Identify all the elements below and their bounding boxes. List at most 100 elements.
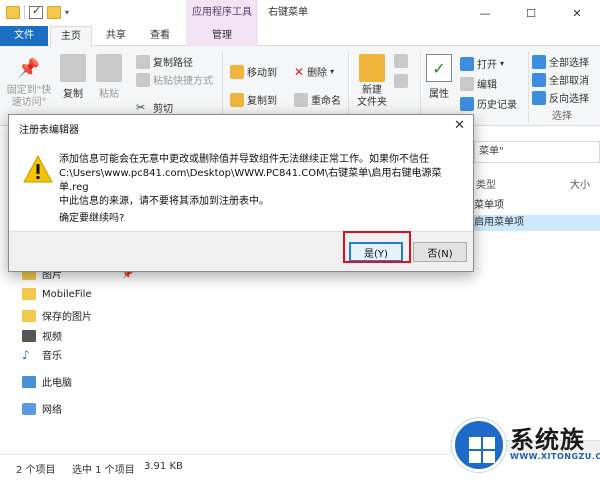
select-none-icon bbox=[532, 72, 546, 87]
rename-button[interactable]: 重命名 bbox=[294, 92, 341, 107]
select-all-button[interactable]: 全部选择 bbox=[532, 54, 589, 69]
pin-quick-access-label: 固定到"快 速访问" bbox=[6, 85, 52, 108]
chevron-down-icon: ▾ bbox=[330, 67, 335, 76]
delete-icon: ✕ bbox=[294, 64, 305, 79]
nav-item-mobilefile[interactable]: MobileFile bbox=[22, 288, 92, 300]
divider bbox=[222, 52, 223, 122]
history-label: 历史记录 bbox=[477, 100, 517, 111]
chevron-down-icon: ▾ bbox=[500, 59, 505, 68]
move-to-icon bbox=[230, 64, 244, 79]
watermark-url: WWW.XITONGZU.COM bbox=[510, 452, 600, 461]
copy-icon bbox=[60, 54, 86, 82]
history-icon bbox=[460, 96, 474, 111]
warning-icon bbox=[23, 154, 53, 186]
properties-button[interactable]: ✓ 属性 bbox=[426, 54, 452, 100]
network-icon bbox=[22, 402, 36, 415]
move-to-button[interactable]: 移动到 bbox=[230, 64, 277, 79]
move-to-label: 移动到 bbox=[247, 68, 277, 79]
windows-logo-icon bbox=[469, 437, 495, 463]
copy-path-icon bbox=[136, 54, 150, 69]
context-tab-title: 应用程序工具 bbox=[186, 0, 258, 26]
maximize-button[interactable]: ☐ bbox=[508, 0, 554, 26]
properties-icon[interactable] bbox=[29, 4, 43, 19]
nav-item-network[interactable]: 网络 bbox=[22, 401, 62, 416]
dialog-title: 注册表编辑器 bbox=[19, 125, 79, 136]
invert-selection-icon bbox=[532, 90, 546, 105]
close-button[interactable]: ✕ bbox=[554, 0, 600, 26]
nav-item-label: 音乐 bbox=[42, 351, 62, 362]
yes-button[interactable]: 是(Y) bbox=[349, 242, 403, 262]
item-count: 2 个项目 bbox=[16, 465, 56, 476]
folder-icon bbox=[22, 309, 36, 322]
paste-shortcut-button[interactable]: 粘贴快捷方式 bbox=[136, 72, 213, 87]
copy-path-button[interactable]: 复制路径 bbox=[136, 54, 193, 69]
ribbon-tabs: 文件 主页 共享 查看 管理 bbox=[0, 26, 600, 47]
nav-item-music[interactable]: ♪ 音乐 bbox=[22, 347, 62, 363]
search-input[interactable]: 菜单" bbox=[474, 141, 600, 163]
nav-item-label: MobileFile bbox=[42, 288, 92, 300]
invert-selection-label: 反向选择 bbox=[549, 94, 589, 105]
dialog-question: 确定要继续吗? bbox=[59, 213, 125, 224]
pin-quick-access-button[interactable]: 📌 固定到"快 速访问" bbox=[6, 54, 52, 109]
minimize-button[interactable]: — bbox=[462, 0, 508, 26]
dialog-footer: 是(Y) 否(N) bbox=[9, 231, 473, 271]
paste-button[interactable]: 粘贴 bbox=[96, 54, 122, 100]
close-icon[interactable]: ✕ bbox=[454, 118, 465, 133]
watermark-logo: 系统族 WWW.XITONGZU.COM bbox=[448, 412, 600, 480]
tab-home[interactable]: 主页 bbox=[50, 26, 92, 47]
open-button[interactable]: 打开 ▾ bbox=[460, 56, 504, 71]
nav-item-this-pc[interactable]: 此电脑 bbox=[22, 374, 72, 389]
new-folder-button[interactable]: 新建 文件夹 bbox=[354, 54, 390, 109]
nav-item-label: 此电脑 bbox=[42, 378, 72, 389]
rename-label: 重命名 bbox=[311, 96, 341, 107]
easy-access-button[interactable] bbox=[394, 74, 408, 88]
new-item-button[interactable] bbox=[394, 54, 408, 68]
quick-access-toolbar: ▾ bbox=[6, 4, 69, 19]
history-button[interactable]: 历史记录 bbox=[460, 96, 517, 111]
watermark-brand: 系统族 bbox=[510, 426, 585, 454]
edit-label: 编辑 bbox=[477, 80, 497, 91]
copy-to-icon bbox=[230, 92, 244, 107]
paste-label: 粘贴 bbox=[99, 89, 119, 100]
selection-size: 3.91 KB bbox=[144, 461, 183, 472]
paste-shortcut-label: 粘贴快捷方式 bbox=[153, 76, 213, 87]
rename-icon bbox=[294, 92, 308, 107]
copy-to-label: 复制到 bbox=[247, 96, 277, 107]
open-label: 打开 bbox=[477, 60, 497, 71]
select-all-icon bbox=[532, 54, 546, 69]
delete-button[interactable]: ✕ 删除 ▾ bbox=[294, 64, 335, 80]
brand-logo bbox=[452, 418, 506, 472]
tab-view[interactable]: 查看 bbox=[140, 26, 180, 46]
tab-file[interactable]: 文件 bbox=[0, 26, 48, 46]
new-folder-icon[interactable] bbox=[47, 5, 61, 19]
registry-editor-dialog: 注册表编辑器 ✕ 添加信息可能会在无意中更改或删除值并导致组件无法继续正常工作。… bbox=[8, 114, 474, 272]
select-none-button[interactable]: 全部取消 bbox=[532, 72, 589, 87]
open-icon bbox=[460, 56, 474, 71]
column-header-size[interactable]: 大小 bbox=[570, 176, 590, 191]
video-icon bbox=[22, 329, 36, 342]
no-button[interactable]: 否(N) bbox=[413, 242, 467, 262]
select-none-label: 全部取消 bbox=[549, 76, 589, 87]
copy-to-button[interactable]: 复制到 bbox=[230, 92, 277, 107]
nav-item-videos[interactable]: 视频 bbox=[22, 328, 62, 343]
nav-item-saved-pictures[interactable]: 保存的图片 bbox=[22, 308, 92, 323]
copy-label: 复制 bbox=[63, 89, 83, 100]
new-folder-label: 新建 文件夹 bbox=[357, 85, 387, 108]
folder-icon[interactable] bbox=[6, 5, 20, 19]
list-item[interactable]: 菜单项 bbox=[474, 198, 534, 214]
invert-selection-button[interactable]: 反向选择 bbox=[532, 90, 589, 105]
cut-button[interactable]: ✂ 剪切 bbox=[136, 100, 173, 116]
computer-icon bbox=[22, 375, 36, 388]
list-item[interactable]: 启用菜单项 bbox=[474, 215, 600, 231]
column-header-type[interactable]: 类型 bbox=[476, 176, 496, 191]
chevron-down-icon[interactable]: ▾ bbox=[65, 8, 69, 17]
tab-manage[interactable]: 管理 bbox=[186, 26, 258, 46]
select-group-label: 选择 bbox=[552, 111, 572, 122]
new-item-icon bbox=[394, 54, 408, 68]
edit-button[interactable]: 编辑 bbox=[460, 76, 497, 91]
divider bbox=[420, 52, 421, 122]
tab-share[interactable]: 共享 bbox=[96, 26, 136, 46]
copy-button[interactable]: 复制 bbox=[60, 54, 86, 100]
properties-icon: ✓ bbox=[426, 54, 452, 82]
divider bbox=[528, 52, 529, 122]
